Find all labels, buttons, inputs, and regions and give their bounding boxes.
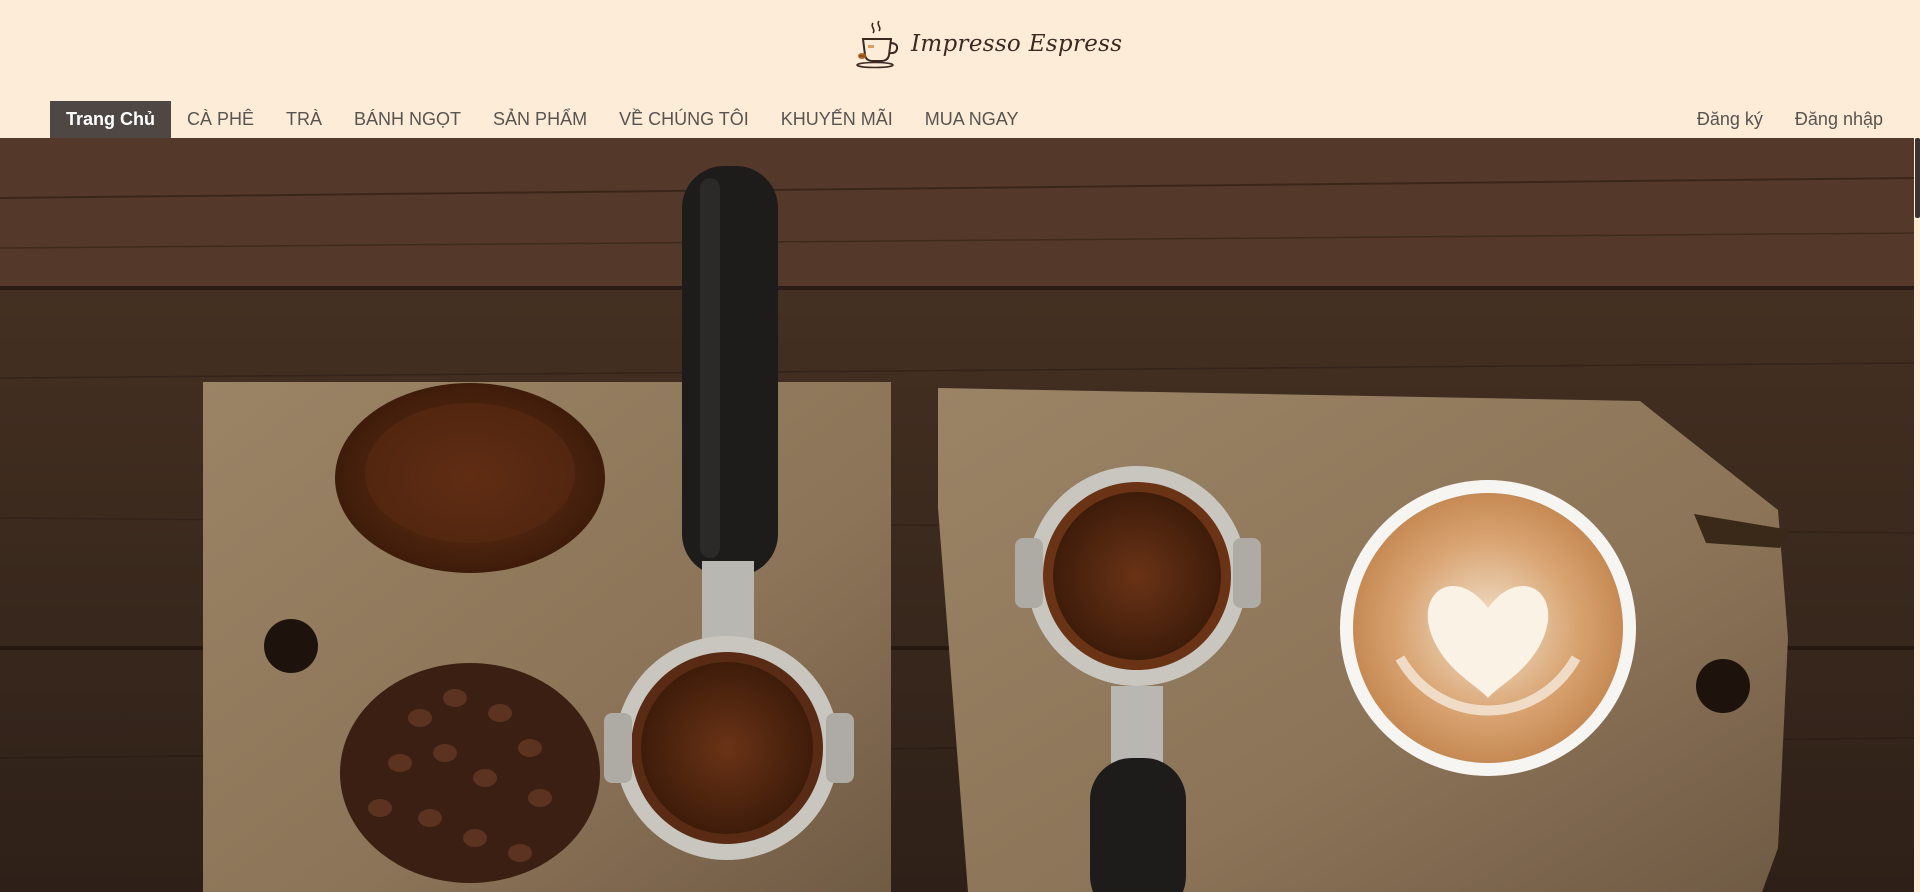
nav-item-tea[interactable]: TRÀ: [270, 101, 338, 138]
nav-item-buy-now[interactable]: MUA NGAY: [909, 101, 1035, 138]
coffee-cup-icon: [856, 20, 899, 69]
nav-item-coffee[interactable]: CÀ PHÊ: [171, 101, 270, 138]
brand-name: Impresso Espress: [911, 31, 1123, 57]
main-nav: Trang Chủ CÀ PHÊ TRÀ BÁNH NGỌT SẢN PHẨM …: [50, 101, 1034, 138]
account-nav: Đăng ký Đăng nhập: [1681, 101, 1899, 138]
scrollbar-thumb[interactable]: [1915, 138, 1920, 218]
coffee-table-photo: [0, 138, 1914, 892]
register-link[interactable]: Đăng ký: [1681, 101, 1779, 138]
nav-item-promotions[interactable]: KHUYẾN MÃI: [765, 101, 909, 138]
nav-item-home[interactable]: Trang Chủ: [50, 101, 171, 138]
nav-item-about[interactable]: VỀ CHÚNG TÔI: [603, 101, 765, 138]
login-link[interactable]: Đăng nhập: [1779, 101, 1899, 138]
scrollbar[interactable]: [1914, 0, 1920, 892]
nav-item-products[interactable]: SẢN PHẨM: [477, 101, 603, 138]
hero-image: [0, 138, 1914, 892]
site-header: Impresso Espress Trang Chủ CÀ PHÊ TRÀ BÁ…: [0, 0, 1920, 138]
brand[interactable]: Impresso Espress: [853, 14, 1122, 74]
nav-item-pastry[interactable]: BÁNH NGỌT: [338, 101, 477, 138]
